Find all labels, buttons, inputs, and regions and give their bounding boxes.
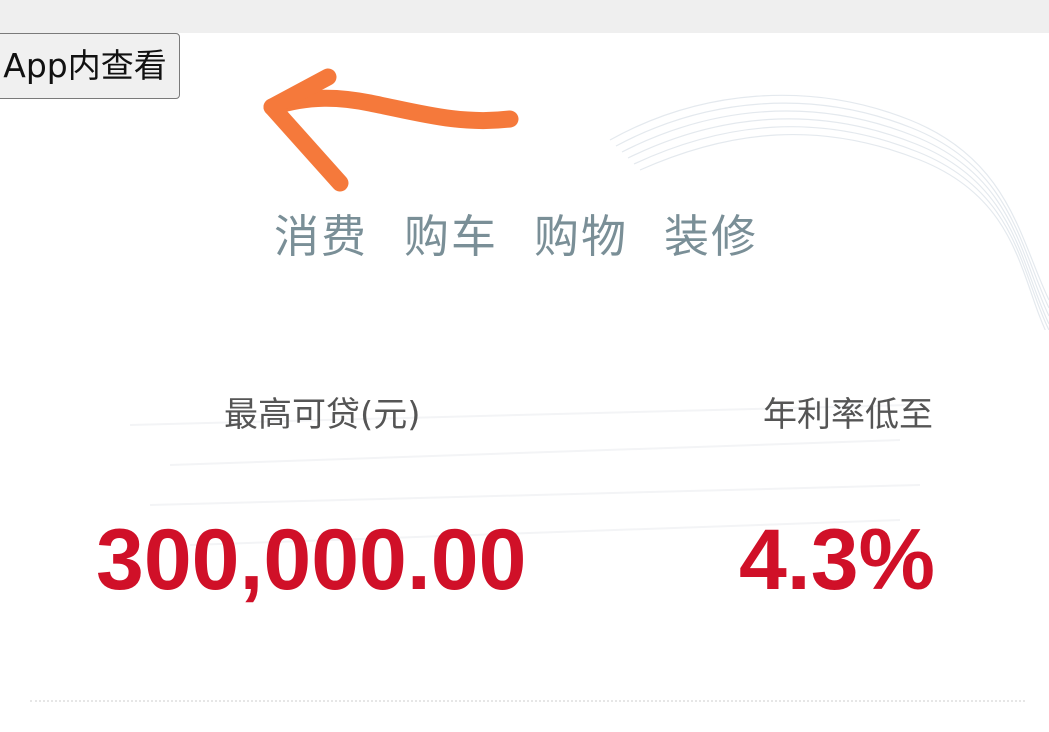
- tag-car-purchase: 购车: [404, 210, 499, 263]
- annual-rate-value: 4.3%: [738, 512, 935, 608]
- max-loan-label: 最高可贷(元): [224, 395, 421, 435]
- tag-shopping: 购物: [534, 210, 629, 263]
- divider: [30, 700, 1025, 702]
- top-status-strip: [0, 0, 1049, 33]
- arrow-left-icon: [263, 68, 519, 192]
- tag-renovation: 装修: [664, 210, 759, 263]
- loan-purpose-tags: 消费 购车 购物 装修: [274, 202, 758, 272]
- max-loan-value: 300,000.00: [96, 512, 527, 608]
- tag-consumption: 消费: [274, 210, 369, 263]
- annual-rate-label: 年利率低至: [763, 395, 933, 435]
- open-in-app-button[interactable]: App内查看: [0, 33, 180, 99]
